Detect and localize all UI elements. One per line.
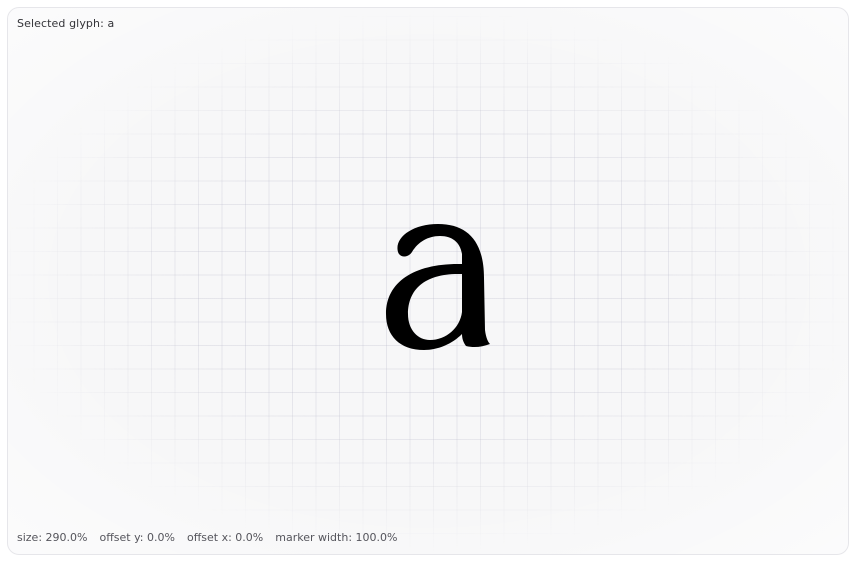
selected-glyph-label: Selected glyph: a <box>17 17 115 30</box>
size-readout: size: 290.0% <box>17 531 88 544</box>
offset-x-readout: offset x: 0.0% <box>186 531 264 544</box>
marker-width-readout: marker width: 100.0% <box>275 531 398 544</box>
offset-y-readout: offset y: 0.0% <box>99 531 175 544</box>
status-bar: size: 290.0% offset y: 0.0% offset x: 0.… <box>17 531 397 544</box>
glyph-a-preview <box>386 224 490 350</box>
glyph-canvas[interactable]: Selected glyph: a size: 290.0% offset y:… <box>7 7 849 555</box>
glyph-a-outline <box>386 224 490 350</box>
